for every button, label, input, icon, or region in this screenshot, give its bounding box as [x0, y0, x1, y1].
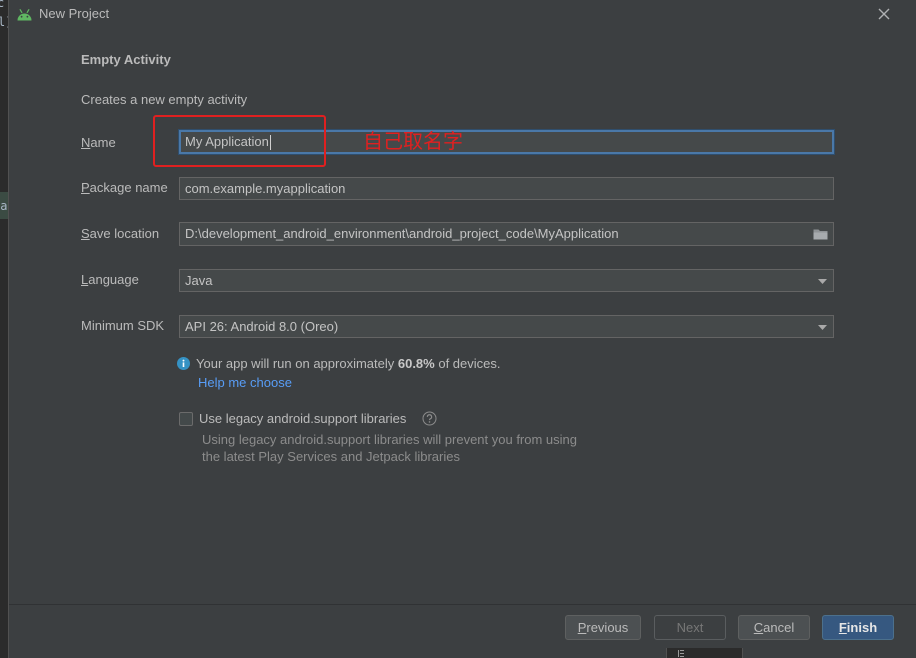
language-selected-value: Java — [185, 272, 213, 288]
close-icon[interactable] — [878, 8, 890, 20]
sdk-coverage-percentage: 60.8% — [397, 356, 435, 371]
ide-editor-background: c l] ea — [0, 0, 8, 658]
android-icon — [17, 9, 32, 21]
folder-icon[interactable] — [813, 228, 828, 240]
previous-button-label: Previous — [577, 619, 629, 635]
ide-background-panel — [666, 648, 743, 658]
legacy-support-hint-line-2: the latest Play Services and Jetpack lib… — [202, 449, 460, 464]
info-icon — [177, 357, 190, 370]
sdk-coverage-text: Your app will run on approximately 60.8%… — [196, 356, 501, 372]
dialog-title: New Project — [39, 6, 110, 21]
legacy-support-label[interactable]: Use legacy android.support libraries — [199, 411, 406, 427]
sdk-coverage-prefix: Your app will run on approximately — [196, 356, 398, 371]
package-name-label: Package name — [81, 180, 168, 195]
template-title: Empty Activity — [81, 52, 171, 67]
ide-code-fragment: c — [0, 0, 5, 10]
language-select[interactable]: Java — [179, 269, 834, 292]
new-project-dialog: New Project Empty Activity Creates a new… — [8, 0, 916, 658]
chevron-down-icon[interactable] — [818, 325, 827, 330]
name-label: Name — [81, 135, 116, 150]
minimum-sdk-select[interactable]: API 26: Android 8.0 (Oreo) — [179, 315, 834, 338]
ide-code-fragment: ea — [0, 199, 8, 213]
save-location-label: Save location — [81, 226, 160, 241]
title-bar[interactable]: New Project — [9, 0, 916, 28]
help-me-choose-link[interactable]: Help me choose — [198, 375, 292, 391]
minimum-sdk-label: Minimum SDK — [81, 318, 165, 333]
template-description: Creates a new empty activity — [81, 92, 248, 107]
sdk-coverage-suffix: of devices. — [434, 356, 501, 371]
help-icon[interactable] — [422, 411, 437, 426]
finish-button-label: Finish — [838, 619, 878, 635]
ide-highlighted-line: ea — [0, 192, 8, 219]
save-location-input[interactable]: D:\development_android_environment\andro… — [179, 222, 834, 246]
package-name-value: com.example.myapplication — [185, 180, 346, 196]
next-button-label: Next — [676, 619, 704, 635]
ide-code-fragment: l] — [0, 15, 8, 29]
finish-button[interactable]: Finish — [822, 615, 894, 640]
save-location-value: D:\development_android_environment\andro… — [185, 226, 619, 241]
chevron-down-icon[interactable] — [818, 279, 827, 284]
package-name-input[interactable]: com.example.myapplication — [179, 177, 834, 200]
legacy-support-hint-line-1: Using legacy android.support libraries w… — [202, 432, 578, 447]
cancel-button[interactable]: Cancel — [738, 615, 810, 640]
annotation-text: 自己取名字 — [363, 129, 463, 153]
legacy-support-checkbox[interactable] — [179, 412, 193, 426]
next-button[interactable]: Next — [654, 615, 726, 640]
minimum-sdk-selected-value: API 26: Android 8.0 (Oreo) — [185, 318, 339, 334]
language-label: Language — [81, 272, 139, 287]
previous-button[interactable]: Previous — [565, 615, 641, 640]
footer-separator — [9, 604, 916, 605]
screen: c l] ea New Project Empty Activity Creat… — [0, 0, 916, 658]
annotation-highlight-box — [153, 115, 326, 167]
cancel-button-label: Cancel — [753, 619, 795, 635]
